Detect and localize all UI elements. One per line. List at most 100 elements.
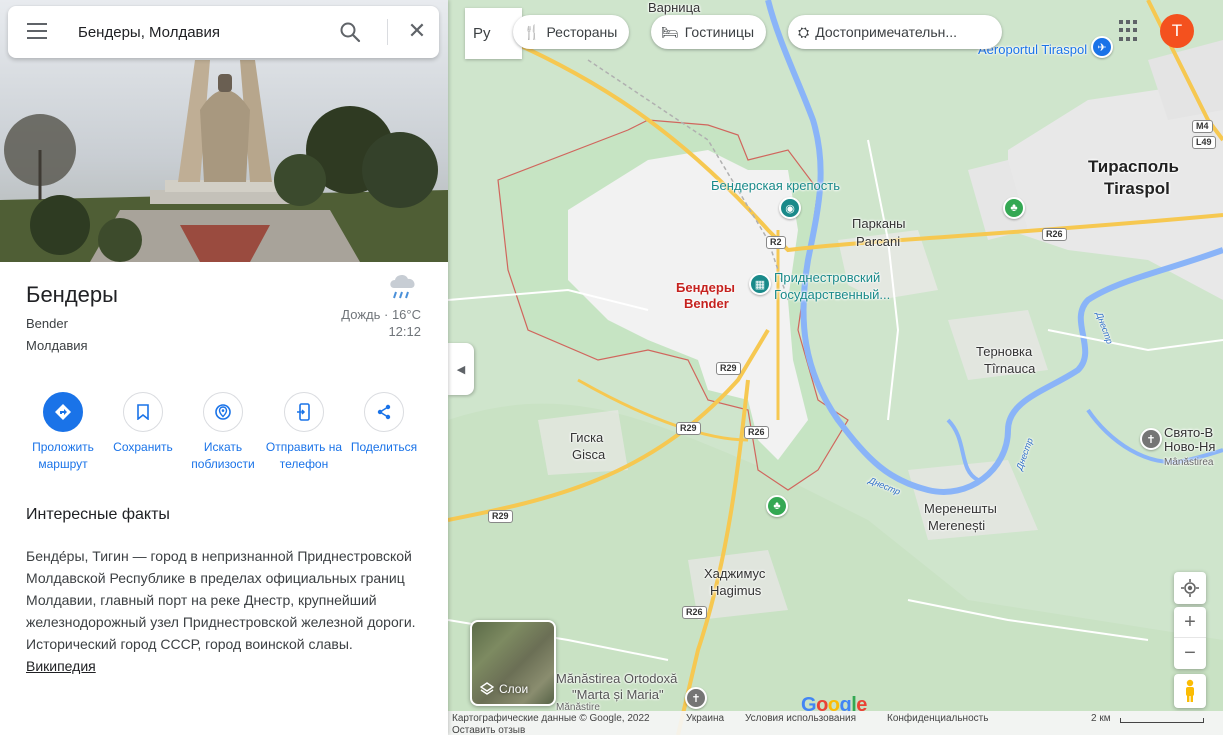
share-label: Поделиться bbox=[350, 440, 418, 454]
save-label: Сохранить bbox=[113, 440, 173, 454]
layers-icon bbox=[480, 682, 494, 695]
rain-cloud-icon bbox=[390, 274, 415, 299]
label-museum-1[interactable]: Приднестровский bbox=[774, 270, 880, 286]
map-scale-label[interactable]: 2 км bbox=[1091, 713, 1111, 724]
my-location-icon bbox=[1181, 579, 1199, 597]
collapse-panel-button[interactable]: ◀ bbox=[448, 343, 474, 395]
road-shield: R29 bbox=[716, 362, 741, 375]
place-panel: ✕ Бендеры Bender Молдавия Дождь · 16°C 1… bbox=[0, 0, 448, 735]
church-pin-icon[interactable]: ✝ bbox=[685, 687, 707, 709]
label-parkany-ru: Парканы bbox=[852, 216, 906, 231]
bookmark-icon bbox=[137, 404, 149, 420]
footer-privacy-link[interactable]: Конфиденциальность bbox=[887, 713, 988, 724]
place-subtitle: Bender bbox=[26, 316, 68, 331]
label-svyato-2: Ново-Ня bbox=[1164, 439, 1216, 454]
send-to-phone-icon bbox=[297, 403, 310, 421]
label-varnitsa: Варница bbox=[648, 0, 701, 15]
label-tiraspol-ru: Тирасполь bbox=[1088, 157, 1179, 176]
place-country: Молдавия bbox=[26, 338, 88, 353]
chip-attractions[interactable]: ⛭ Достопримечательн... bbox=[788, 15, 1002, 49]
nearby-button[interactable]: Искать поблизости bbox=[182, 392, 264, 473]
airport-icon[interactable]: ✈ bbox=[1091, 36, 1113, 58]
zoom-in-button[interactable]: + bbox=[1174, 607, 1206, 638]
share-button[interactable]: Поделиться bbox=[343, 392, 425, 456]
label-bender-ro: Bender bbox=[684, 296, 729, 311]
place-actions: Проложить маршрут Сохранить Искать побли… bbox=[22, 392, 426, 476]
footer-feedback-link[interactable]: Оставить отзыв bbox=[452, 725, 525, 735]
apps-grid-icon[interactable] bbox=[1119, 20, 1141, 42]
my-location-button[interactable] bbox=[1174, 572, 1206, 604]
search-box: ✕ bbox=[8, 6, 439, 58]
weather-condition-label: Дождь bbox=[341, 307, 381, 322]
map-canvas[interactable]: Варница Aeroportul Tiraspol ✈ Тирасполь … bbox=[448, 0, 1223, 735]
label-monastery-1: Mănăstirea Ortodoxă bbox=[556, 671, 678, 686]
chip-hotels-label: Гостиницы bbox=[684, 24, 755, 40]
chevron-left-icon: ◀ bbox=[456, 363, 466, 376]
park-pin-2-icon[interactable]: ♣ bbox=[766, 495, 788, 517]
map-language-label: Ру bbox=[473, 25, 491, 42]
museum-pin-icon[interactable]: ▦ bbox=[749, 273, 771, 295]
footer-region-link[interactable]: Украина bbox=[686, 713, 724, 724]
footer-terms-link[interactable]: Условия использования bbox=[745, 713, 856, 724]
menu-icon[interactable] bbox=[27, 23, 47, 39]
park-pin-icon[interactable]: ♣ bbox=[1003, 197, 1025, 219]
place-title: Бендеры bbox=[26, 282, 118, 307]
road-shield: L49 bbox=[1192, 136, 1216, 149]
label-bender-ru: Бендеры bbox=[676, 280, 735, 295]
chip-restaurants-label: Рестораны bbox=[546, 24, 618, 40]
weather-condition: Дождь · 16°C bbox=[341, 307, 421, 322]
road-shield: R2 bbox=[766, 236, 786, 249]
label-ternovka-ru: Терновка bbox=[976, 344, 1033, 359]
search-icon[interactable] bbox=[338, 20, 362, 44]
wikipedia-link[interactable]: Википедия bbox=[26, 658, 96, 674]
pegman-icon bbox=[1186, 679, 1194, 702]
facts-heading: Интересные факты bbox=[26, 506, 170, 523]
nearby-label: Искать поблизости bbox=[191, 440, 255, 471]
hotel-icon: 🛏 bbox=[661, 23, 679, 40]
fortress-pin-icon[interactable]: ◉ bbox=[779, 197, 801, 219]
send-to-phone-button[interactable]: Отправить на телефон bbox=[263, 392, 345, 473]
map-scale-bar bbox=[1120, 718, 1204, 723]
street-view-pegman[interactable] bbox=[1174, 674, 1206, 708]
close-icon[interactable]: ✕ bbox=[405, 20, 429, 44]
facts-body: Бенде́ры, Тигин — город в непризнанной П… bbox=[26, 548, 416, 652]
chip-attractions-label: Достопримечательн... bbox=[815, 24, 958, 40]
send-to-phone-label: Отправить на телефон bbox=[265, 440, 343, 471]
chip-restaurants[interactable]: 🍴 Рестораны bbox=[513, 15, 630, 49]
label-gisca-ro: Gisca bbox=[572, 447, 606, 462]
road-shield: R29 bbox=[676, 422, 701, 435]
label-parkany-ro: Parcani bbox=[856, 234, 901, 249]
label-fortress[interactable]: Бендерская крепость bbox=[711, 178, 840, 194]
layers-label: Слои bbox=[499, 682, 529, 696]
search-divider bbox=[387, 19, 388, 45]
nearby-icon bbox=[215, 404, 231, 420]
weather-temperature: 16°C bbox=[391, 307, 421, 322]
layers-button[interactable]: Слои bbox=[470, 620, 556, 706]
map-graphics bbox=[448, 0, 1223, 735]
account-avatar[interactable]: T bbox=[1160, 14, 1194, 48]
directions-icon bbox=[55, 404, 71, 420]
directions-label: Проложить маршрут bbox=[32, 440, 94, 471]
map-copyright: Картографические данные © Google, 2022 bbox=[452, 713, 650, 724]
share-icon bbox=[377, 404, 391, 420]
label-ternovka-ro: Tîrnauca bbox=[984, 361, 1036, 376]
road-shield: R26 bbox=[744, 426, 769, 439]
church-pin-2-icon[interactable]: ✝ bbox=[1140, 428, 1162, 450]
label-hagimus-ru: Хаджимус bbox=[704, 566, 766, 581]
chip-hotels[interactable]: 🛏 Гостиницы bbox=[651, 15, 767, 49]
label-museum-2[interactable]: Государственный... bbox=[774, 287, 890, 303]
weather-time: 12:12 bbox=[388, 324, 421, 339]
directions-button[interactable]: Проложить маршрут bbox=[22, 392, 104, 473]
save-button[interactable]: Сохранить bbox=[102, 392, 184, 456]
road-shield: R29 bbox=[488, 510, 513, 523]
road-shield: M4 bbox=[1192, 120, 1213, 133]
zoom-out-button[interactable]: − bbox=[1174, 638, 1206, 669]
label-tiraspol-ro: Tiraspol bbox=[1104, 179, 1170, 198]
road-shield: R26 bbox=[682, 606, 707, 619]
search-input[interactable] bbox=[78, 16, 318, 48]
label-merenesti-ro: Merenești bbox=[928, 518, 986, 533]
road-shield: R26 bbox=[1042, 228, 1067, 241]
label-svyato-3: Mânăstirea bbox=[1164, 457, 1214, 468]
label-merenesti-ru: Меренешты bbox=[924, 501, 997, 516]
attraction-icon: ⛭ bbox=[798, 23, 810, 40]
